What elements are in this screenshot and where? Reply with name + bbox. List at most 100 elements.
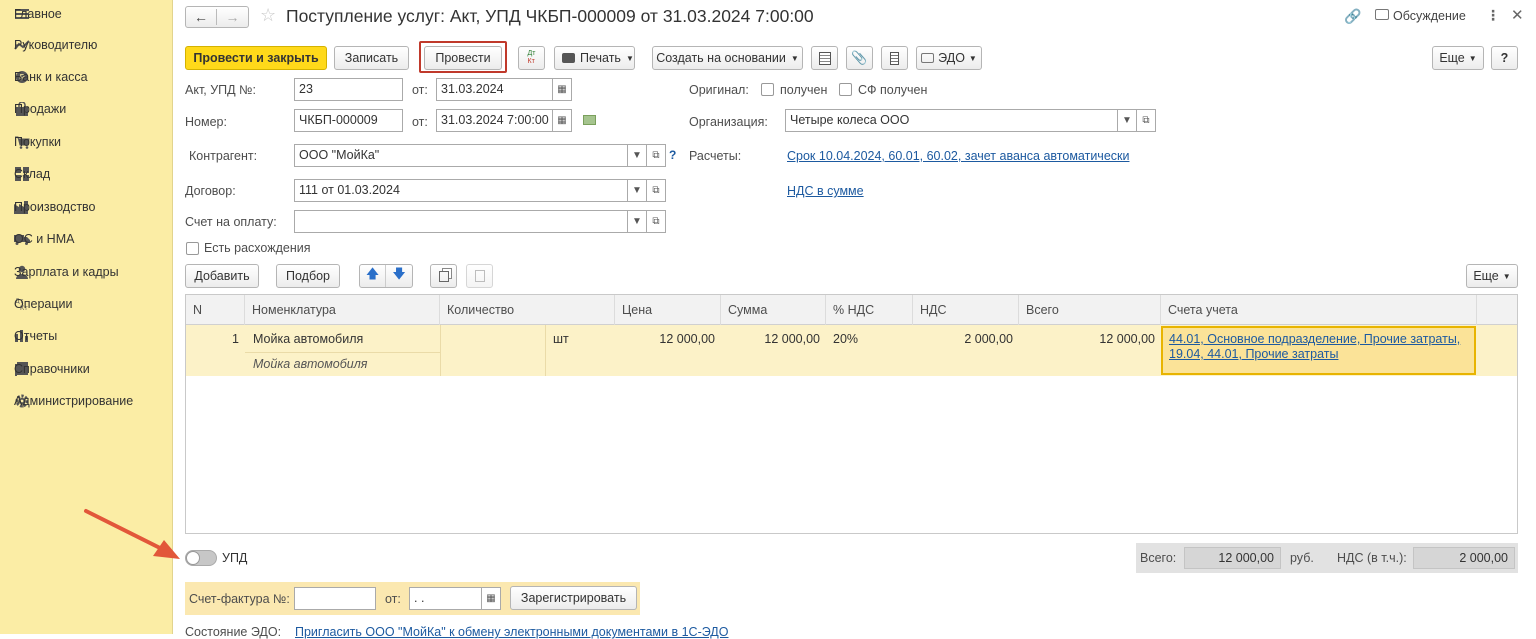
calendar-icon[interactable]: ▦ (481, 587, 501, 610)
act-number-input[interactable]: 23 (294, 78, 403, 101)
sidebar-item-reports[interactable]: Отчеты (0, 322, 173, 350)
column-header-vat-rate[interactable]: % НДС (826, 295, 913, 325)
paste-row-button[interactable] (466, 264, 493, 288)
edo-icon (921, 53, 935, 63)
row-vat-rate[interactable]: 20% (833, 332, 858, 346)
sidebar-item-label: Главное (14, 7, 62, 21)
act-date-input[interactable]: 31.03.2024 (436, 78, 553, 101)
invoice-input[interactable] (294, 210, 628, 233)
row-item[interactable]: Мойка автомобиля (253, 332, 363, 346)
sf-received-checkbox[interactable] (839, 83, 852, 96)
row-vat[interactable]: 2 000,00 (913, 332, 1013, 346)
table-more-button[interactable]: Еще ▼ (1466, 264, 1518, 288)
open-icon[interactable]: ⧉ (646, 179, 666, 202)
table-row[interactable]: 1 Мойка автомобиля Мойка автомобиля шт 1… (186, 325, 1517, 376)
document-icon (890, 51, 899, 65)
sf-received-label: СФ получен (858, 83, 928, 97)
column-header-n[interactable]: N (186, 295, 245, 325)
arrow-down-icon[interactable]: 🡇 (386, 265, 412, 287)
sidebar-item-label: Продажи (14, 102, 67, 116)
organization-input[interactable]: Четыре колеса ООО (785, 109, 1118, 132)
help-icon[interactable]: ? (669, 148, 676, 162)
contract-input[interactable]: 111 от 01.03.2024 (294, 179, 628, 202)
pick-button[interactable]: Подбор (276, 264, 340, 288)
open-icon[interactable]: ⧉ (646, 144, 666, 167)
vat-in-sum-link[interactable]: НДС в сумме (787, 184, 864, 198)
attach-button[interactable]: 📎 (846, 46, 873, 70)
total-value: 12 000,00 (1184, 547, 1281, 569)
row-price[interactable]: 12 000,00 (615, 332, 715, 346)
sidebar-item-fixed-assets[interactable]: ОС и НМА (0, 225, 173, 253)
add-row-button[interactable]: Добавить (185, 264, 259, 288)
vat-total-label: НДС (в т.ч.): (1337, 551, 1407, 565)
column-header-total[interactable]: Всего (1019, 295, 1161, 325)
sidebar-item-admin[interactable]: Администрирование (0, 387, 173, 415)
row-item-content[interactable]: Мойка автомобиля (253, 357, 367, 371)
copy-row-button[interactable] (430, 264, 457, 288)
create-based-on-button[interactable]: Создать на основании ▼ (652, 46, 803, 70)
calendar-icon[interactable]: ▦ (552, 109, 572, 132)
divider (545, 325, 546, 376)
sidebar-item-director[interactable]: Руководителю (0, 31, 173, 59)
row-unit[interactable]: шт (553, 332, 569, 346)
dropdown-arrow-icon[interactable]: ▼ (1117, 109, 1137, 132)
dropdown-arrow-icon[interactable]: ▼ (627, 210, 647, 233)
column-header-price[interactable]: Цена (615, 295, 721, 325)
document-button[interactable] (881, 46, 908, 70)
post-and-close-button[interactable]: Провести и закрыть (185, 46, 327, 70)
column-header-vat[interactable]: НДС (913, 295, 1019, 325)
dropdown-arrow-icon: ▼ (968, 53, 977, 63)
row-total[interactable]: 12 000,00 (1019, 332, 1155, 346)
sidebar-item-warehouse[interactable]: Склад (0, 160, 173, 188)
number-input[interactable]: ЧКБП-000009 (294, 109, 403, 132)
dropdown-arrow-icon[interactable]: ▼ (627, 179, 647, 202)
column-header-accounts[interactable]: Счета учета (1161, 295, 1477, 325)
edo-button[interactable]: ЭДО ▼ (916, 46, 982, 70)
sidebar-item-purchases[interactable]: Покупки (0, 128, 173, 156)
sf-date-input[interactable]: . . (409, 587, 483, 610)
register-button[interactable]: Зарегистрировать (510, 586, 637, 610)
sf-number-input[interactable] (294, 587, 376, 610)
discussion-button[interactable]: Обсуждение (1393, 9, 1466, 23)
discrepancy-checkbox[interactable] (186, 242, 199, 255)
settlements-link[interactable]: Срок 10.04.2024, 60.01, 60.02, зачет ава… (787, 149, 1129, 163)
dropdown-arrow-icon[interactable]: ▼ (627, 144, 647, 167)
sidebar-item-operations[interactable]: Дт Кт Операции (0, 290, 173, 318)
dt-kt-icon: Дт Кт (527, 50, 536, 65)
favorite-star-icon[interactable]: ☆ (260, 5, 276, 26)
sidebar-item-directories[interactable]: Справочники (0, 355, 173, 383)
open-icon[interactable]: ⧉ (646, 210, 666, 233)
more-vert-icon[interactable]: ⋮ (1486, 7, 1500, 24)
row-accounts-link-2[interactable]: 19.04, 44.01, Прочие затраты (1169, 347, 1338, 361)
column-header-item[interactable]: Номенклатура (245, 295, 440, 325)
original-received-checkbox[interactable] (761, 83, 774, 96)
forward-arrow-icon[interactable]: → (217, 9, 248, 25)
row-accounts-link[interactable]: 44.01, Основное подразделение, Прочие за… (1169, 332, 1460, 346)
open-icon[interactable]: ⧉ (1136, 109, 1156, 132)
column-header-sum[interactable]: Сумма (721, 295, 826, 325)
print-button[interactable]: Печать ▼ (554, 46, 635, 70)
column-header-qty[interactable]: Количество (440, 295, 615, 325)
row-accounts-cell[interactable]: 44.01, Основное подразделение, Прочие за… (1161, 326, 1476, 375)
row-sum[interactable]: 12 000,00 (721, 332, 820, 346)
sidebar-item-bank[interactable]: ₽ Банк и касса (0, 63, 173, 91)
back-arrow-icon[interactable]: ← (186, 9, 218, 25)
calendar-icon[interactable]: ▦ (552, 78, 572, 101)
structure-button[interactable] (811, 46, 838, 70)
sidebar-item-label: Производство (14, 200, 96, 214)
edo-invite-link[interactable]: Пригласить ООО "МойКа" к обмену электрон… (295, 625, 729, 639)
link-icon[interactable]: 🔗 (1344, 8, 1361, 25)
save-button[interactable]: Записать (334, 46, 409, 70)
arrow-up-icon[interactable]: 🡅 (360, 265, 387, 287)
sidebar-item-main[interactable]: Главное (0, 0, 173, 28)
close-icon[interactable]: ✕ (1511, 6, 1524, 24)
sidebar-item-sales[interactable]: Продажи (0, 95, 173, 123)
dt-kt-button[interactable]: Дт Кт (518, 46, 545, 70)
sidebar-item-salary[interactable]: Зарплата и кадры (0, 258, 173, 286)
post-button[interactable]: Провести (424, 46, 502, 70)
number-date-input[interactable]: 31.03.2024 7:00:00 (436, 109, 553, 132)
more-button[interactable]: Еще ▼ (1432, 46, 1484, 70)
help-button[interactable]: ? (1491, 46, 1518, 70)
sidebar-item-production[interactable]: Производство (0, 193, 173, 221)
counterparty-input[interactable]: ООО "МойКа" (294, 144, 628, 167)
